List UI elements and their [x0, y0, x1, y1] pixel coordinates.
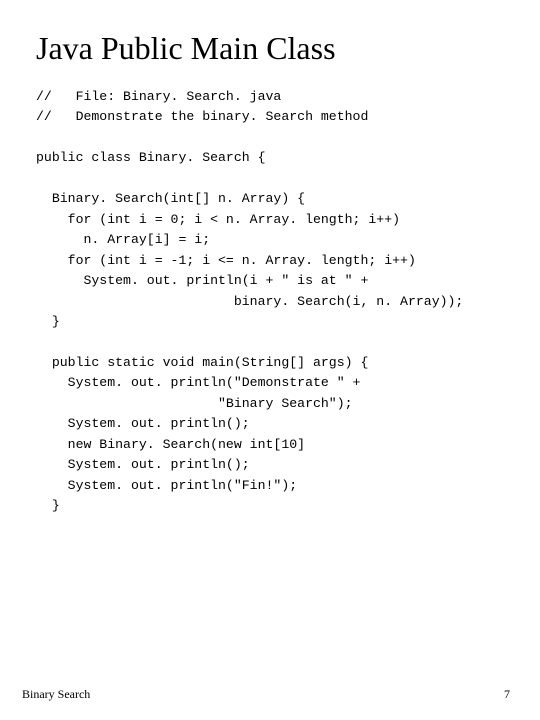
code-line: Binary. Search(int[] n. Array) {	[36, 191, 305, 206]
code-line: binary. Search(i, n. Array));	[36, 294, 463, 309]
slide: Java Public Main Class // File: Binary. …	[0, 0, 540, 720]
code-line: "Binary Search");	[36, 396, 353, 411]
code-line: }	[36, 498, 60, 513]
footer-left: Binary Search	[22, 687, 90, 702]
code-block: // File: Binary. Search. java // Demonst…	[36, 87, 510, 517]
code-line: System. out. println();	[36, 457, 250, 472]
slide-title: Java Public Main Class	[36, 30, 510, 67]
code-line: new Binary. Search(new int[10]	[36, 437, 305, 452]
code-line: System. out. println();	[36, 416, 250, 431]
footer: Binary Search 7	[22, 687, 510, 702]
page-number: 7	[504, 687, 510, 702]
code-line: n. Array[i] = i;	[36, 232, 210, 247]
code-line: System. out. println(i + " is at " +	[36, 273, 368, 288]
code-line: public class Binary. Search {	[36, 150, 266, 165]
code-line: for (int i = -1; i <= n. Array. length; …	[36, 253, 416, 268]
code-line: // File: Binary. Search. java	[36, 89, 281, 104]
code-line: public static void main(String[] args) {	[36, 355, 368, 370]
code-line: }	[36, 314, 60, 329]
code-line: // Demonstrate the binary. Search method	[36, 109, 368, 124]
code-line: System. out. println("Demonstrate " +	[36, 375, 360, 390]
code-line: for (int i = 0; i < n. Array. length; i+…	[36, 212, 400, 227]
code-line: System. out. println("Fin!");	[36, 478, 297, 493]
